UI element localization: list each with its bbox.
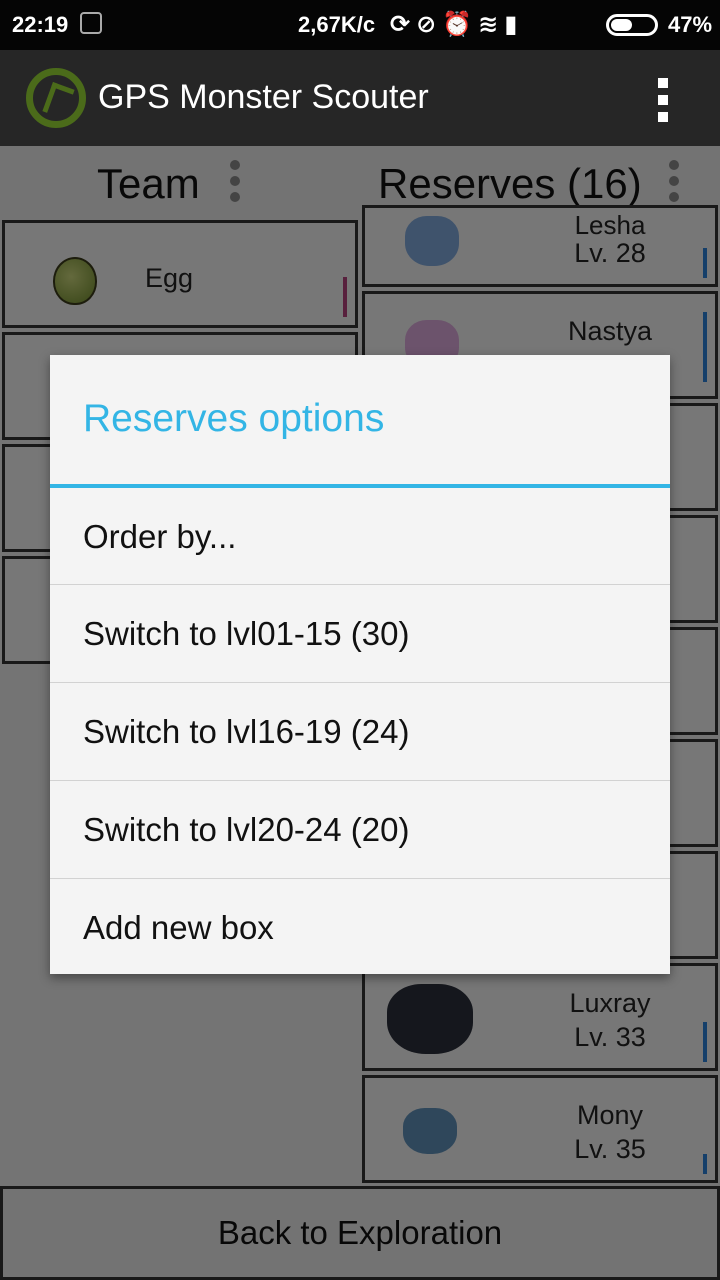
menu-item-switch-lvl16-19[interactable]: Switch to lvl16-19 (24) — [50, 683, 670, 780]
signal-icon: ▮ — [504, 11, 524, 38]
alarm-icon: ⏰ — [442, 11, 479, 38]
clock: 22:19 — [12, 12, 69, 37]
menu-item-order-by[interactable]: Order by... — [50, 488, 670, 585]
menu-item-switch-lvl01-15[interactable]: Switch to lvl01-15 (30) — [50, 585, 670, 682]
vibrate-off-icon: ⊘ — [416, 11, 443, 38]
battery-percent: 47% — [668, 12, 713, 37]
network-speed: 2,67K/c — [298, 12, 376, 37]
overflow-menu-icon[interactable] — [652, 78, 674, 122]
wifi-icon: ≋ — [478, 11, 505, 38]
menu-item-label: Switch to lvl16-19 (24) — [83, 713, 410, 750]
menu-item-add-new-box[interactable]: Add new box — [50, 879, 670, 976]
action-bar: GPS Monster Scouter — [0, 50, 720, 146]
menu-item-label: Order by... — [83, 518, 237, 555]
app-title: GPS Monster Scouter — [98, 78, 429, 116]
menu-item-label: Add new box — [83, 909, 274, 946]
status-bar: 22:19 2,67K/c ⟳⊘⏰≋▮ 47% — [0, 0, 720, 50]
reserves-options-dialog: Reserves options Order by... Switch to l… — [50, 355, 670, 974]
sync-icon: ⟳ — [390, 11, 417, 38]
menu-item-label: Switch to lvl20-24 (20) — [83, 811, 410, 848]
menu-item-label: Switch to lvl01-15 (30) — [83, 615, 410, 652]
menu-item-switch-lvl20-24[interactable]: Switch to lvl20-24 (20) — [50, 781, 670, 878]
status-icons: ⟳⊘⏰≋▮ — [390, 10, 523, 39]
dialog-title: Reserves options — [83, 397, 385, 440]
monster-logo-icon — [26, 68, 86, 128]
battery-icon — [606, 14, 658, 36]
app-notification-icon — [80, 12, 102, 34]
